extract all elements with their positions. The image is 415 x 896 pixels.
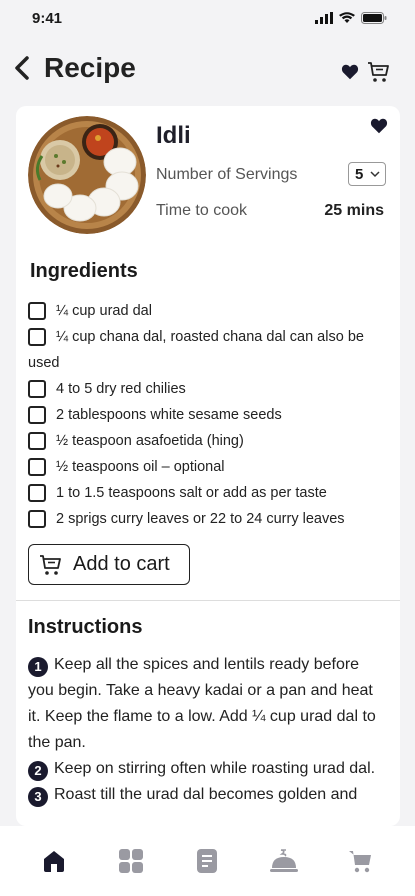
home-icon — [44, 851, 65, 872]
bottom-nav — [0, 826, 415, 896]
ingredient-item[interactable]: 4 to 5 dry red chilies — [28, 376, 388, 402]
cloche-icon — [270, 849, 299, 872]
checkbox[interactable] — [28, 432, 46, 450]
chevron-left-icon — [15, 56, 29, 80]
ingredient-item[interactable]: ¼ cup urad dal — [28, 298, 388, 324]
cart-icon — [348, 851, 371, 873]
status-bar: 9:41 — [0, 0, 415, 40]
cook-time-label: Time to cook — [156, 202, 247, 219]
cart-icon — [368, 62, 389, 82]
instruction-step: 1 Keep all the spices and lentils ready b… — [28, 656, 376, 751]
battery-icon — [361, 12, 387, 24]
step-number: 2 — [28, 761, 48, 781]
step-number: 1 — [28, 657, 48, 677]
wifi-icon — [339, 12, 355, 23]
ingredient-item[interactable]: ½ teaspoon asafoetida (hing) — [28, 428, 388, 454]
nav-home[interactable] — [34, 841, 74, 881]
status-time: 9:41 — [32, 10, 63, 27]
heart-icon — [341, 64, 359, 80]
ingredient-item[interactable]: ½ teaspoons oil – optional — [28, 454, 388, 480]
checkbox[interactable] — [28, 458, 46, 476]
recipe-card: Idli Number of Servings 5 Time to cook 2… — [16, 106, 400, 826]
ingredient-item[interactable]: 2 tablespoons white sesame seeds — [28, 402, 388, 428]
cart-button[interactable] — [367, 60, 391, 89]
checkbox[interactable] — [28, 484, 46, 502]
page-title: Recipe — [44, 52, 136, 83]
instruction-list: 1 Keep all the spices and lentils ready b… — [28, 652, 388, 808]
add-to-cart-button[interactable]: Add to cart — [28, 544, 190, 585]
servings-label: Number of Servings — [156, 166, 298, 183]
cart-icon — [40, 554, 61, 575]
dish-image — [28, 116, 146, 234]
ingredient-item[interactable]: ¼ cup chana dal, roasted chana dal can a… — [28, 324, 388, 376]
document-icon — [197, 849, 218, 873]
status-icons — [315, 12, 387, 24]
favorite-dish-button[interactable] — [370, 118, 388, 139]
cook-time-value: 25 mins — [324, 202, 384, 219]
ingredients-title: Ingredients — [30, 260, 138, 282]
favorite-button[interactable] — [341, 64, 359, 85]
ingredient-item[interactable]: 1 to 1.5 teaspoons salt or add as per ta… — [28, 480, 388, 506]
divider — [16, 600, 400, 601]
instruction-step: 3 Roast till the urad dal becomes golden … — [28, 782, 388, 808]
servings-value: 5 — [355, 165, 364, 183]
add-to-cart-label: Add to cart — [73, 553, 170, 575]
ingredient-list: ¼ cup urad dal ¼ cup chana dal, roasted … — [28, 298, 388, 532]
checkbox[interactable] — [28, 510, 46, 528]
step-number: 3 — [28, 787, 48, 807]
header: Recipe — [0, 48, 415, 94]
checkbox[interactable] — [28, 302, 46, 320]
nav-dishes[interactable] — [264, 841, 304, 881]
ingredient-item[interactable]: 2 sprigs curry leaves or 22 to 24 curry … — [28, 506, 388, 532]
heart-icon — [370, 118, 388, 134]
grid-icon — [118, 849, 143, 873]
nav-categories[interactable] — [111, 841, 151, 881]
dish-name: Idli — [156, 122, 191, 149]
instruction-step: 2 Keep on stirring often while roasting u… — [28, 756, 388, 782]
nav-cart[interactable] — [341, 841, 381, 881]
checkbox[interactable] — [28, 406, 46, 424]
chevron-down-icon — [370, 171, 380, 178]
instructions-title: Instructions — [28, 616, 143, 638]
nav-recipes[interactable] — [187, 841, 227, 881]
signal-icon — [315, 12, 333, 24]
checkbox[interactable] — [28, 380, 46, 398]
servings-select[interactable]: 5 — [348, 162, 386, 186]
checkbox[interactable] — [28, 328, 46, 346]
back-button[interactable] — [12, 54, 36, 82]
